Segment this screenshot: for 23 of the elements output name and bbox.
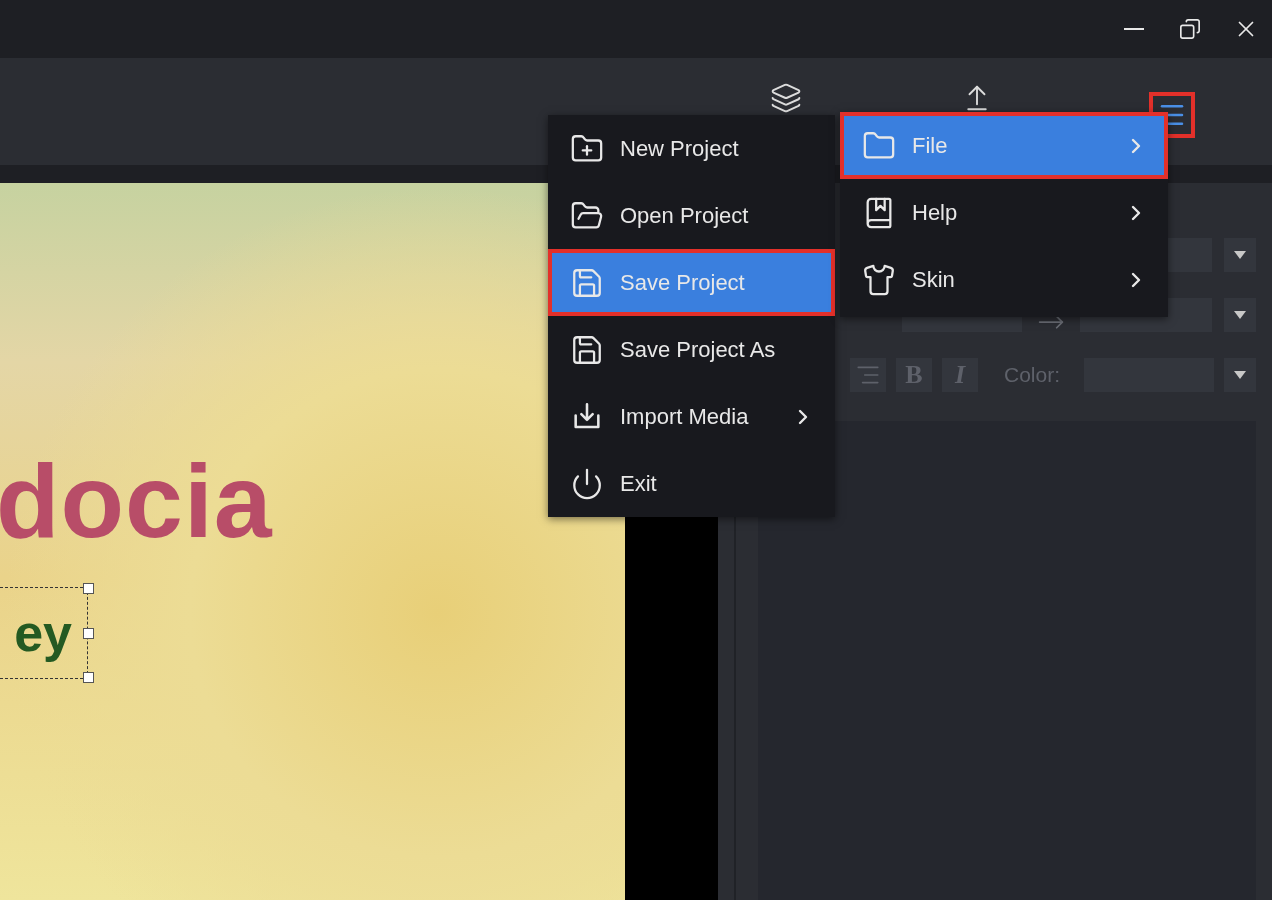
menu-item[interactable]: Exit: [548, 450, 835, 517]
minimize-icon: [1124, 28, 1144, 30]
restore-icon: [1179, 18, 1201, 40]
menu-item[interactable]: Help: [840, 179, 1168, 246]
dropdown-button[interactable]: [1224, 238, 1256, 272]
resize-handle[interactable]: [83, 672, 94, 683]
menu-item[interactable]: Import Media: [548, 383, 835, 450]
dropdown-arrow-icon: [1234, 311, 1246, 319]
text-selection-frame[interactable]: ey: [0, 583, 94, 683]
canvas-title-text: docia: [0, 451, 273, 551]
menu-item[interactable]: New Project: [548, 115, 835, 182]
dropdown-arrow-icon: [1234, 371, 1246, 379]
resize-handle[interactable]: [83, 628, 94, 639]
dropdown-button[interactable]: [1224, 358, 1256, 392]
shirt-icon: [862, 262, 896, 297]
layers-icon: [770, 82, 802, 114]
menu-item[interactable]: Skin: [840, 246, 1168, 313]
dropdown-button[interactable]: [1224, 298, 1256, 332]
resize-handle[interactable]: [83, 583, 94, 594]
power-icon: [570, 466, 604, 501]
dropdown-arrow-icon: [1234, 251, 1246, 259]
menu-item[interactable]: Open Project: [548, 182, 835, 249]
menu-item[interactable]: Save Project As: [548, 316, 835, 383]
